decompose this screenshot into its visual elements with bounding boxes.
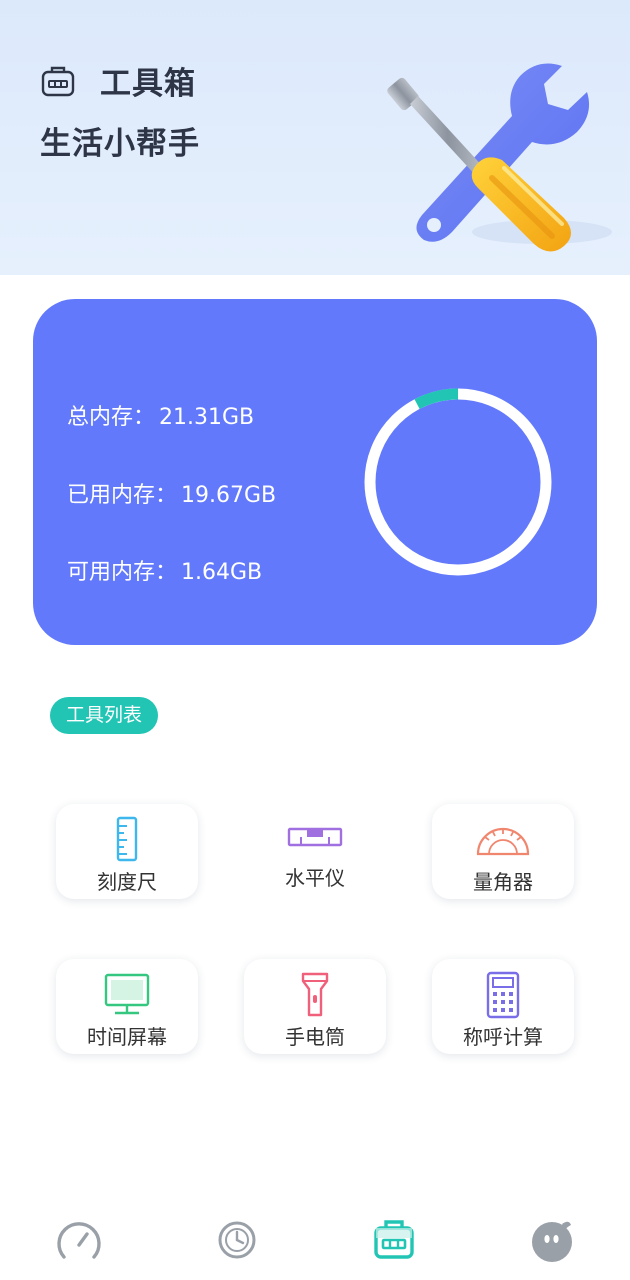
total-memory-label: 总内存： — [67, 405, 156, 430]
tool-relative-calc-label: 称呼计算 — [463, 1025, 543, 1049]
toolbox-icon — [41, 66, 75, 96]
header-banner: 工具箱 生活小帮手 — [0, 0, 630, 275]
memory-ring-free-segment — [364, 388, 552, 576]
tool-ruler[interactable]: 刻度尺 — [56, 804, 198, 899]
tool-spirit-level-label: 水平仪 — [285, 866, 345, 890]
tool-list-tag: 工具列表 — [50, 697, 159, 734]
tool-protractor[interactable]: 量角器 — [432, 804, 574, 899]
protractor-icon — [476, 827, 530, 856]
tool-flashlight[interactable]: 手电筒 — [244, 959, 386, 1054]
ruler-icon — [116, 816, 138, 862]
wrench-screwdriver-icon — [387, 63, 612, 252]
profile-face-icon[interactable] — [527, 1215, 577, 1265]
tool-flashlight-label: 手电筒 — [285, 1025, 345, 1049]
tool-time-screen-label: 时间屏幕 — [87, 1025, 167, 1049]
total-memory-value: 21.31GB — [159, 405, 255, 430]
header-title-row: 工具箱 — [40, 58, 196, 103]
memory-ring-chart — [364, 388, 552, 576]
page-title: 工具箱 — [100, 66, 196, 102]
tool-protractor-label: 量角器 — [473, 870, 533, 894]
flashlight-icon — [301, 972, 329, 1017]
free-memory-label: 可用内存： — [67, 560, 178, 585]
free-memory-row: 可用内存： 1.64GB — [67, 554, 262, 586]
clean-dial-icon[interactable] — [212, 1215, 262, 1265]
tool-spirit-level[interactable]: 水平仪 — [244, 804, 386, 899]
total-memory-row: 总内存： 21.31GB — [67, 399, 254, 431]
monitor-icon — [104, 973, 150, 1015]
tool-ruler-label: 刻度尺 — [97, 870, 157, 894]
speedometer-icon[interactable] — [54, 1215, 104, 1265]
spirit-level-icon — [287, 827, 343, 847]
tool-time-screen[interactable]: 时间屏幕 — [56, 959, 198, 1054]
toolbox-icon[interactable] — [369, 1215, 419, 1265]
used-memory-label: 已用内存： — [67, 483, 178, 508]
calculator-icon — [486, 971, 520, 1019]
page-subtitle: 生活小帮手 — [40, 126, 200, 162]
used-memory-value: 19.67GB — [181, 483, 277, 508]
bottom-nav — [0, 1205, 630, 1280]
memory-card: 总内存： 21.31GB 已用内存： 19.67GB 可用内存： 1.64GB — [33, 299, 597, 645]
memory-ring-track — [364, 388, 552, 576]
used-memory-row: 已用内存： 19.67GB — [67, 477, 276, 509]
tool-relative-calc[interactable]: 称呼计算 — [432, 959, 574, 1054]
free-memory-value: 1.64GB — [181, 560, 263, 585]
